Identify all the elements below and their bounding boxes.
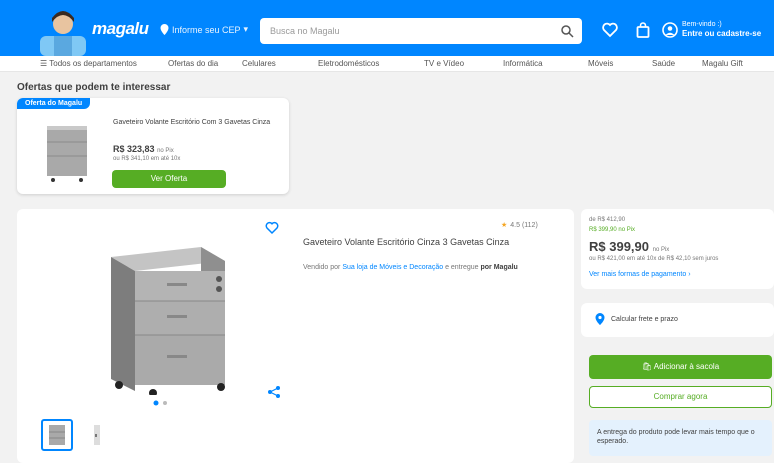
offer-badge: Oferta do Magalu — [17, 98, 91, 109]
thumbnail-strip — [41, 419, 113, 451]
offer-price: R$ 323,83 no Pix — [113, 144, 174, 154]
chevron-right-icon: › — [688, 271, 691, 278]
location-label: Informe seu CEP — [172, 24, 241, 35]
discount-info: R$ 399,90 no Pix — [589, 227, 636, 233]
offer-installments: ou R$ 341,10 em até 10x — [113, 156, 181, 162]
search-input[interactable]: Busca no Magalu — [260, 18, 582, 44]
nav-item[interactable]: Saúde — [652, 59, 675, 68]
nav-item[interactable]: Celulares — [242, 59, 276, 68]
thumbnail-2[interactable] — [81, 419, 113, 451]
share-icon[interactable] — [267, 385, 281, 399]
product-main-image — [111, 247, 225, 395]
account-greeting: Bem-vindo :) — [682, 21, 722, 28]
search-placeholder: Busca no Magalu — [270, 26, 340, 36]
offer-product-image — [47, 126, 87, 182]
offer-card[interactable]: Oferta do Magalu Gaveteiro Volante Escri… — [17, 98, 289, 194]
location-selector[interactable]: Informe seu CEP ▾ — [160, 24, 248, 35]
product-panel: ★ 4.5 (112) Gaveteiro Volante Escritório … — [17, 209, 574, 463]
bag-icon[interactable] — [635, 22, 651, 38]
original-price: de R$ 412,90 — [589, 217, 626, 223]
buy-now-button[interactable]: Comprar agora — [589, 386, 772, 408]
brand-logo[interactable]: magalu — [92, 19, 149, 39]
delivery-notice: A entrega do produto pode levar mais tem… — [589, 420, 772, 456]
user-icon — [662, 21, 678, 38]
favorite-heart-icon[interactable] — [265, 221, 279, 235]
heart-icon[interactable] — [602, 22, 618, 38]
category-nav: ☰ Todos os departamentos Ofertas do dia … — [0, 56, 774, 72]
rating-value: 4.5 (112) — [510, 221, 538, 229]
shipping-calculator[interactable]: Calcular frete e prazo — [581, 303, 774, 337]
shipping-label: Calcular frete e prazo — [611, 316, 678, 323]
view-offer-button[interactable]: Ver Oferta — [112, 170, 226, 188]
nav-item[interactable]: Móveis — [588, 59, 613, 68]
notice-text: A entrega do produto pode levar mais tem… — [597, 429, 755, 445]
more-payment-link[interactable]: Ver mais formas de pagamento › — [589, 271, 691, 278]
product-title: Gaveteiro Volante Escritório Cinza 3 Gav… — [303, 237, 510, 247]
offer-description[interactable]: Gaveteiro Volante Escritório Com 3 Gavet… — [113, 118, 281, 127]
account-menu[interactable]: Bem-vindo :) Entre ou cadastre-se — [662, 20, 761, 39]
lu-mascot-icon — [40, 11, 86, 56]
top-header: magalu Informe seu CEP ▾ Busca no Magalu… — [0, 0, 774, 56]
image-carousel-dots[interactable] — [153, 393, 169, 411]
offers-title: Ofertas que podem te interessar — [17, 82, 171, 93]
installments-info: ou R$ 421,00 em até 10x de R$ 42,10 sem … — [589, 256, 719, 262]
chevron-down-icon: ▾ — [243, 24, 249, 34]
price-box: de R$ 412,90 R$ 399,90 no Pix R$ 399,90 … — [581, 209, 774, 289]
add-to-bag-button[interactable]: 🛍 Adicionar à sacola — [589, 355, 772, 379]
thumbnail-1[interactable] — [41, 419, 73, 451]
nav-all-departments[interactable]: ☰ Todos os departamentos — [40, 59, 137, 68]
account-login-link[interactable]: Entre ou cadastre-se — [682, 29, 761, 38]
seller-info: Vendido por Sua loja de Móveis e Decoraç… — [303, 264, 518, 271]
product-rating[interactable]: ★ 4.5 (112) — [501, 221, 538, 230]
nav-item[interactable]: Ofertas do dia — [168, 59, 218, 68]
price-column: de R$ 412,90 R$ 399,90 no Pix R$ 399,90 … — [581, 209, 774, 463]
nav-item[interactable]: TV e Vídeo — [424, 59, 464, 68]
star-icon: ★ — [501, 222, 508, 229]
nav-item[interactable]: Informática — [503, 59, 543, 68]
bag-icon: 🛍 — [641, 362, 652, 371]
search-icon[interactable] — [560, 24, 574, 38]
seller-link[interactable]: Sua loja de Móveis e Decoração — [342, 264, 443, 271]
current-price: R$ 399,90 no Pix — [589, 239, 670, 254]
nav-item[interactable]: Eletrodomésticos — [318, 59, 379, 68]
location-pin-icon — [595, 313, 605, 325]
nav-item[interactable]: Magalu Gift — [702, 59, 743, 68]
location-pin-icon — [160, 24, 169, 35]
